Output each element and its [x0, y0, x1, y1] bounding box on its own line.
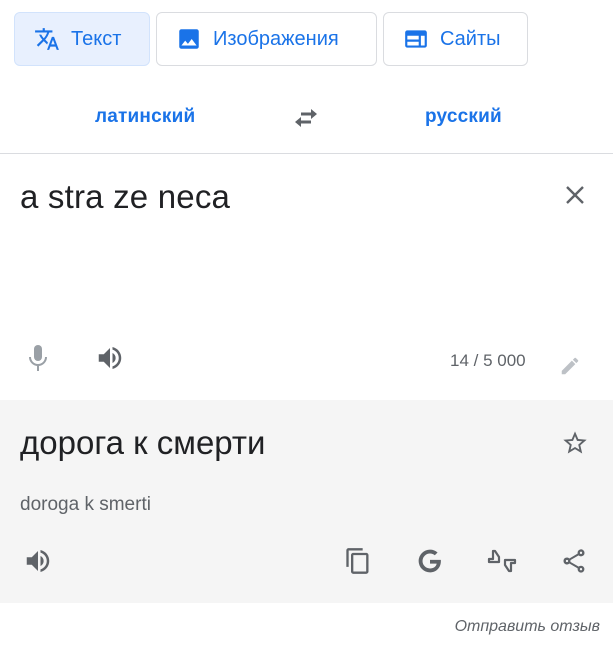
- send-feedback-link[interactable]: Отправить отзыв: [455, 618, 600, 636]
- translate-icon: [33, 25, 61, 53]
- tab-images[interactable]: Изображения: [156, 12, 377, 66]
- source-panel: a stra ze neca 14 / 5 000: [0, 154, 613, 400]
- google-icon[interactable]: [412, 543, 448, 579]
- star-outline-icon[interactable]: [558, 426, 592, 460]
- image-icon: [175, 25, 203, 53]
- character-count: 14 / 5 000: [450, 351, 526, 370]
- tab-sites[interactable]: Сайты: [383, 12, 528, 66]
- tab-text-label: Текст: [71, 27, 122, 50]
- share-icon[interactable]: [556, 543, 592, 579]
- tab-sites-label: Сайты: [440, 27, 501, 50]
- transliteration: doroga k smerti: [20, 494, 151, 515]
- close-icon[interactable]: [558, 178, 592, 212]
- target-panel: дорога к смерти doroga k smerti: [0, 400, 613, 603]
- language-bar: латинский русский: [0, 88, 613, 146]
- rate-translation-icon[interactable]: [484, 543, 520, 579]
- mode-tabs: Текст Изображения Сайты: [14, 12, 528, 66]
- target-language-button[interactable]: русский: [425, 106, 502, 128]
- mic-icon[interactable]: [22, 340, 54, 376]
- tab-images-label: Изображения: [213, 27, 339, 50]
- website-icon: [402, 25, 430, 53]
- tab-text[interactable]: Текст: [14, 12, 150, 66]
- source-language-button[interactable]: латинский: [95, 106, 195, 128]
- speaker-icon[interactable]: [92, 340, 128, 376]
- swap-arrows-icon[interactable]: [288, 102, 324, 134]
- translation-output: дорога к смерти: [20, 424, 266, 461]
- pencil-icon[interactable]: [556, 352, 584, 380]
- copy-icon[interactable]: [340, 543, 376, 579]
- speaker-icon[interactable]: [20, 543, 56, 579]
- source-textarea[interactable]: a stra ze neca: [20, 178, 230, 216]
